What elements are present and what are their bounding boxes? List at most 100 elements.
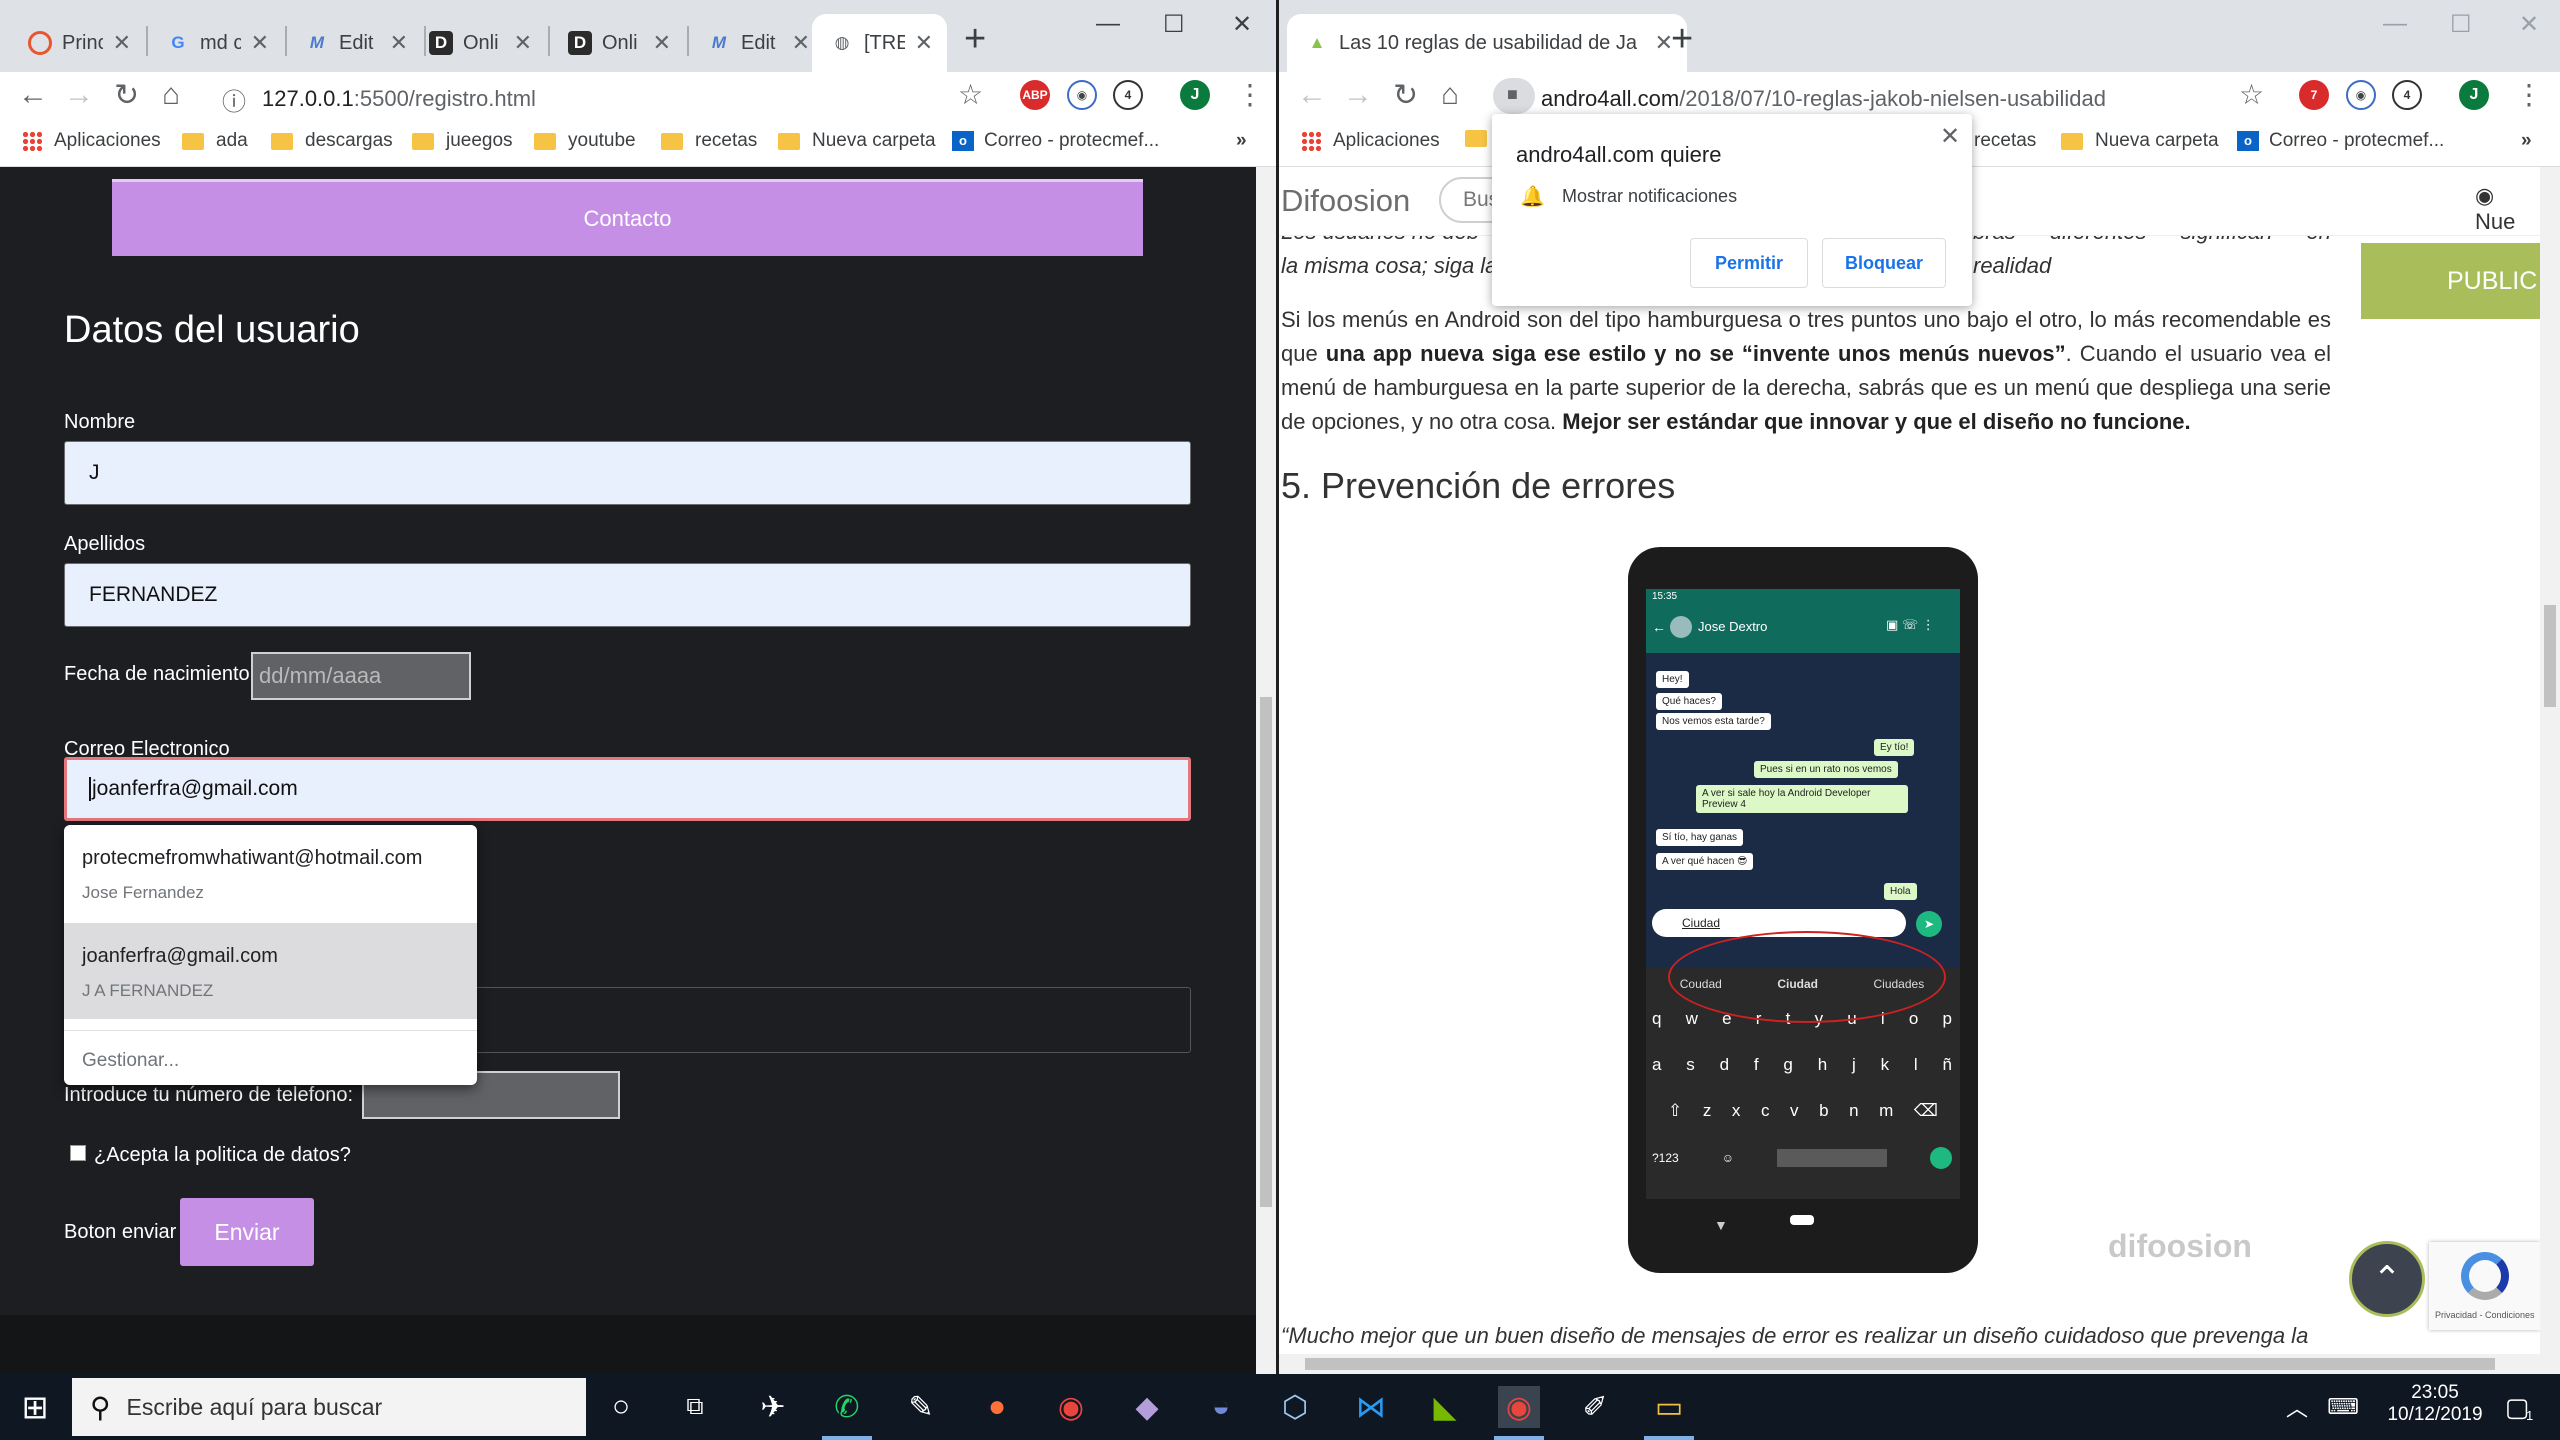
email-input[interactable]: joanferfra@gmail.com bbox=[64, 757, 1191, 821]
new-tab-button[interactable]: + bbox=[964, 20, 986, 58]
windows-start-icon[interactable]: ⊞ bbox=[14, 1386, 56, 1428]
autofill-manage[interactable]: Gestionar... bbox=[82, 1050, 179, 1072]
close-icon[interactable]: ✕ bbox=[390, 30, 408, 56]
bookmark-folder[interactable]: recetas bbox=[661, 130, 757, 152]
allow-button[interactable]: Permitir bbox=[1690, 238, 1808, 288]
scrollbar-thumb[interactable] bbox=[1260, 697, 1272, 1207]
send-button[interactable]: Enviar bbox=[180, 1198, 314, 1266]
extension-icon[interactable]: ◉ bbox=[2346, 80, 2376, 110]
maximize-button[interactable]: ☐ bbox=[2450, 10, 2472, 39]
bookmark-folder[interactable]: descargas bbox=[271, 130, 393, 152]
nvidia-icon[interactable]: ◣ bbox=[1424, 1386, 1466, 1428]
tab-3[interactable]: M Edit ✕ bbox=[287, 14, 422, 72]
chrome-active-icon[interactable]: ◉ bbox=[1498, 1386, 1540, 1428]
file-explorer-icon[interactable]: ▭ bbox=[1648, 1386, 1690, 1428]
lock-icon[interactable]: ■ bbox=[1493, 78, 1535, 114]
tab-5[interactable]: D Onli ✕ bbox=[550, 14, 685, 72]
address-bar[interactable]: andro4all.com/2018/07/10-reglas-jakob-ni… bbox=[1541, 86, 2106, 112]
reload-button[interactable]: ↻ bbox=[114, 78, 139, 113]
extension-badge-icon[interactable]: 4 bbox=[2392, 80, 2422, 110]
tray-chevron-icon[interactable]: ︿ bbox=[2276, 1386, 2318, 1428]
bookmark-apps[interactable]: Aplicaciones bbox=[1301, 130, 1440, 152]
taskbar-clock[interactable]: 23:05 10/12/2019 bbox=[2380, 1382, 2490, 1426]
adblock-icon[interactable]: 7 bbox=[2299, 80, 2329, 110]
bookmark-folder[interactable]: Nueva carpeta bbox=[778, 130, 936, 152]
autofill-option[interactable]: protecmefromwhatiwant@hotmail.com Jose F… bbox=[64, 825, 477, 921]
close-icon[interactable]: ✕ bbox=[514, 30, 532, 56]
horizontal-scrollbar[interactable] bbox=[1279, 1354, 2560, 1374]
right-scrollbar[interactable] bbox=[2540, 167, 2560, 1354]
tab-2[interactable]: G md c ✕ bbox=[148, 14, 283, 72]
chrome-icon[interactable]: ◉ bbox=[1050, 1386, 1092, 1428]
close-icon[interactable]: ✕ bbox=[792, 30, 810, 56]
task-view-icon[interactable]: ⧉ bbox=[674, 1386, 716, 1428]
paint-icon[interactable]: ✎ bbox=[900, 1386, 942, 1428]
forward-button[interactable]: → bbox=[1343, 78, 1373, 112]
minimize-button[interactable]: — bbox=[2383, 10, 2407, 38]
scroll-to-top-button[interactable]: ⌃ bbox=[2349, 1241, 2425, 1317]
cortana-icon[interactable]: ○ bbox=[600, 1386, 642, 1428]
firefox-icon[interactable]: ● bbox=[976, 1386, 1018, 1428]
close-window-button[interactable]: ✕ bbox=[1232, 10, 1252, 39]
address-bar[interactable]: 127.0.0.1:5500/registro.html bbox=[262, 86, 536, 112]
forward-button[interactable]: → bbox=[64, 78, 94, 112]
close-icon[interactable]: ✕ bbox=[113, 30, 131, 56]
bookmark-star-icon[interactable]: ☆ bbox=[958, 78, 983, 111]
whatsapp-icon[interactable]: ✆ bbox=[826, 1386, 868, 1428]
discord-icon[interactable]: ◒ bbox=[1200, 1386, 1242, 1428]
scrollbar-thumb[interactable] bbox=[2544, 605, 2556, 707]
bookmark-folder[interactable]: youtube bbox=[534, 130, 636, 152]
left-scrollbar[interactable] bbox=[1256, 167, 1276, 1374]
extension-icon[interactable]: ◉ bbox=[1067, 80, 1097, 110]
bookmark-folder[interactable]: jueegos bbox=[412, 130, 513, 152]
app-icon[interactable]: ✈ bbox=[752, 1386, 794, 1428]
profile-avatar[interactable]: J bbox=[2459, 80, 2489, 110]
close-icon[interactable]: ✕ bbox=[915, 30, 933, 56]
vscode-icon[interactable]: ⋈ bbox=[1350, 1386, 1392, 1428]
close-icon[interactable]: ✕ bbox=[653, 30, 671, 56]
scrollbar-thumb[interactable] bbox=[1305, 1358, 2495, 1370]
bookmark-folder[interactable]: recetas bbox=[1974, 130, 2036, 152]
close-icon[interactable]: ✕ bbox=[1940, 122, 1960, 151]
site-logo[interactable]: Difoosion bbox=[1281, 183, 1410, 219]
home-button[interactable]: ⌂ bbox=[1441, 78, 1459, 112]
bookmarks-overflow[interactable]: » bbox=[1236, 130, 1247, 152]
surname-input[interactable]: FERNANDEZ bbox=[64, 563, 1191, 627]
bookmark-apps[interactable]: Aplicaciones bbox=[22, 130, 161, 152]
recaptcha-badge[interactable]: Privacidad - Condiciones bbox=[2429, 1242, 2540, 1330]
info-icon[interactable]: ⓘ bbox=[222, 82, 246, 117]
bookmark-outlook[interactable]: o Correo - protecmef... bbox=[2237, 130, 2444, 152]
policy-checkbox[interactable] bbox=[70, 1145, 86, 1161]
back-button[interactable]: ← bbox=[18, 78, 48, 112]
adblock-icon[interactable]: ABP bbox=[1020, 80, 1050, 110]
3d-viewer-icon[interactable]: ⬡ bbox=[1274, 1386, 1316, 1428]
paint-3d-icon[interactable]: ✐ bbox=[1574, 1386, 1616, 1428]
bookmark-star-icon[interactable]: ☆ bbox=[2239, 78, 2264, 111]
name-input[interactable]: J bbox=[64, 441, 1191, 505]
minimize-button[interactable]: — bbox=[1096, 10, 1120, 38]
bookmark-outlook[interactable]: o Correo - protecmef... bbox=[952, 130, 1159, 152]
tab-active[interactable]: ▲ Las 10 reglas de usabilidad de Ja ✕ bbox=[1287, 14, 1687, 72]
tab-active[interactable]: ◍ [TRE✕ bbox=[812, 14, 947, 72]
maximize-button[interactable]: ☐ bbox=[1163, 10, 1185, 39]
block-button[interactable]: Bloquear bbox=[1822, 238, 1946, 288]
ad-banner[interactable]: PUBLIC bbox=[2361, 243, 2540, 319]
taskbar-search[interactable]: ⚲ Escribe aquí para buscar bbox=[72, 1378, 586, 1436]
contact-button[interactable]: Contacto bbox=[112, 179, 1143, 256]
site-nav-right[interactable]: ◉ Nue bbox=[2475, 183, 2540, 235]
back-button[interactable]: ← bbox=[1297, 78, 1327, 112]
profile-avatar[interactable]: J bbox=[1180, 80, 1210, 110]
keyboard-icon[interactable]: ⌨ bbox=[2322, 1386, 2364, 1428]
bookmarks-overflow[interactable]: » bbox=[2521, 130, 2532, 152]
tab-4[interactable]: D Onli ✕ bbox=[411, 14, 546, 72]
tab-6[interactable]: M Edit ✕ bbox=[689, 14, 824, 72]
tab-1[interactable]: Princ✕ bbox=[10, 14, 145, 72]
more-menu-icon[interactable]: ⋮ bbox=[2515, 78, 2543, 111]
bookmark-folder[interactable]: Nueva carpeta bbox=[2061, 130, 2219, 152]
bookmark-folder[interactable]: ada bbox=[182, 130, 248, 152]
birthdate-input[interactable]: dd/mm/aaaa bbox=[251, 652, 471, 700]
new-tab-button[interactable]: + bbox=[1671, 20, 1693, 58]
extension-badge-icon[interactable]: 4 bbox=[1113, 80, 1143, 110]
home-button[interactable]: ⌂ bbox=[162, 78, 180, 112]
autofill-option-selected[interactable]: joanferfra@gmail.com J A FERNANDEZ bbox=[64, 923, 477, 1019]
